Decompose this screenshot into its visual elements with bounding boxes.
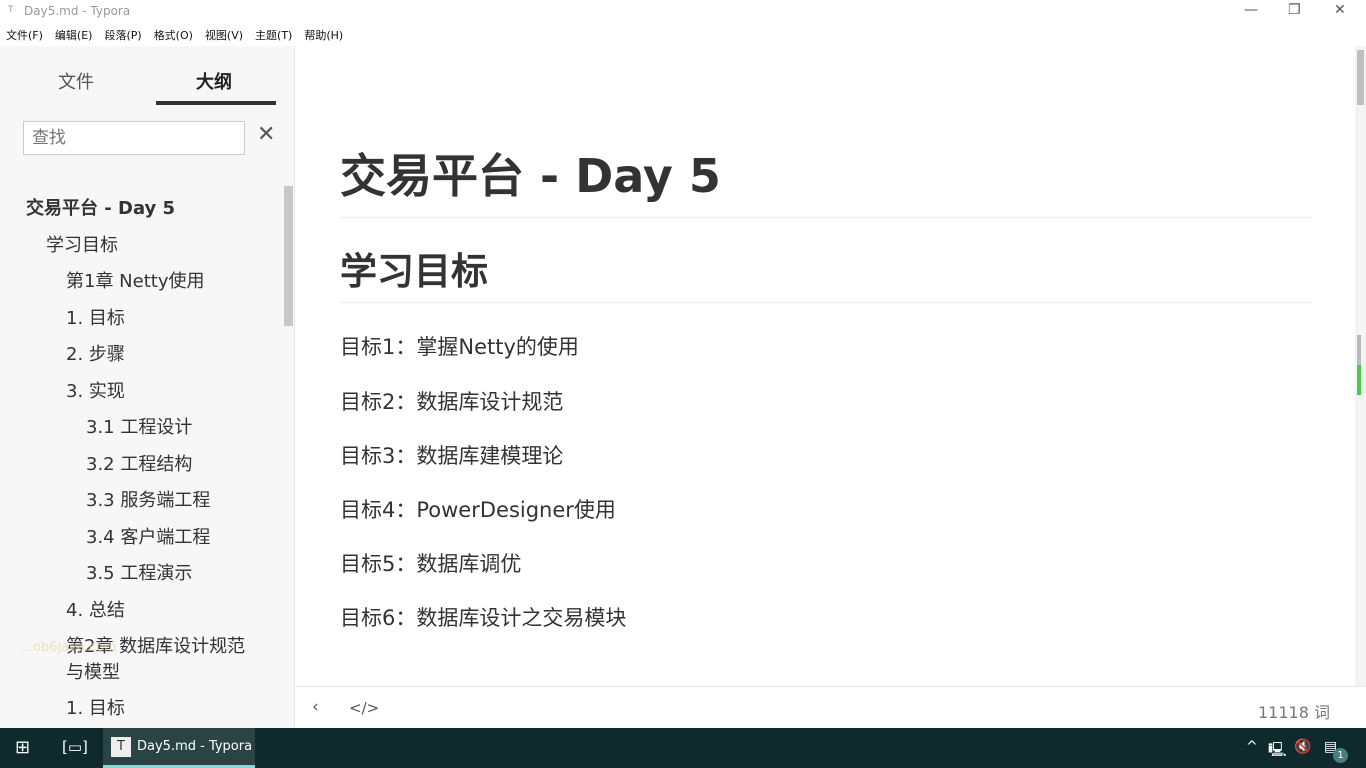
task-view-icon[interactable]: [▭] xyxy=(62,738,88,756)
close-button[interactable]: ✕ xyxy=(1334,2,1346,18)
outline-item[interactable]: 2. 步骤 xyxy=(66,342,125,368)
source-mode-icon[interactable]: </> xyxy=(349,699,379,717)
menu-file[interactable]: 文件(F) xyxy=(0,24,49,46)
typora-icon: T xyxy=(111,737,131,757)
editor-scroll-thumb[interactable] xyxy=(1357,50,1364,105)
menu-edit[interactable]: 编辑(E) xyxy=(49,24,99,46)
outline-item[interactable]: 3. 实现 xyxy=(66,379,125,405)
menu-paragraph[interactable]: 段落(P) xyxy=(98,24,147,46)
outline-item[interactable]: 交易平台 - Day 5 xyxy=(26,196,175,222)
menu-view[interactable]: 视图(V) xyxy=(199,24,249,46)
divider xyxy=(340,302,1312,303)
goal-text: 目标3：数据库建模理论 xyxy=(340,444,564,468)
notification-badge: 1 xyxy=(1333,748,1348,763)
taskbar-typora-button[interactable]: T Day5.md - Typora xyxy=(103,728,255,768)
outline-item[interactable]: 3.2 工程结构 xyxy=(86,452,192,478)
tab-outline[interactable]: 大纲 xyxy=(196,68,232,94)
menu-bar: 文件(F) 编辑(E) 段落(P) 格式(O) 视图(V) 主题(T) 帮助(H… xyxy=(0,24,349,46)
watermark: …ob6java.com xyxy=(20,640,117,655)
restore-button[interactable]: ❐ xyxy=(1288,2,1301,18)
tab-files[interactable]: 文件 xyxy=(58,68,94,94)
outline-item[interactable]: 1. 目标 xyxy=(66,306,125,332)
status-bar: ‹ </> 11118 词 xyxy=(296,686,1366,728)
outline-item[interactable]: 学习目标 xyxy=(46,233,118,259)
active-tab-indicator xyxy=(156,101,276,105)
outline-item[interactable]: 3.1 工程设计 xyxy=(86,415,192,441)
menu-help[interactable]: 帮助(H) xyxy=(298,24,349,46)
document-title: 交易平台 - Day 5 xyxy=(340,149,721,203)
show-hidden-icons-icon[interactable]: ^ xyxy=(1246,739,1258,755)
taskbar-app-label: Day5.md - Typora xyxy=(137,739,253,754)
outline-item[interactable]: 1. 目标 xyxy=(66,696,125,722)
network-icon[interactable]: 🖳 xyxy=(1268,739,1287,763)
goal-text: 目标6：数据库设计之交易模块 xyxy=(340,606,627,630)
volume-muted-icon[interactable]: 🔇 xyxy=(1294,739,1311,755)
divider xyxy=(340,217,1312,218)
outline-item[interactable]: 第1章 Netty使用 xyxy=(66,269,204,295)
outline-item[interactable]: 3.4 客户端工程 xyxy=(86,525,210,551)
sidebar-scrollbar[interactable] xyxy=(284,186,293,326)
title-bar: T Day5.md - Typora — ❐ ✕ xyxy=(0,0,1366,24)
goal-text: 目标1：掌握Netty的使用 xyxy=(340,335,579,359)
minimize-button[interactable]: — xyxy=(1244,2,1258,18)
outline-item[interactable]: 3.5 工程演示 xyxy=(86,561,192,587)
menu-theme[interactable]: 主题(T) xyxy=(249,24,298,46)
menu-format[interactable]: 格式(O) xyxy=(148,24,199,46)
goal-text: 目标2：数据库设计规范 xyxy=(340,390,564,414)
outline-item[interactable]: 3.3 服务端工程 xyxy=(86,488,210,514)
toggle-sidebar-icon[interactable]: ‹ xyxy=(312,697,319,717)
goal-text: 目标5：数据库调优 xyxy=(340,552,522,576)
word-count[interactable]: 11118 词 xyxy=(1258,699,1330,723)
windows-start-icon[interactable]: ⊞ xyxy=(15,737,30,758)
sidebar: 文件 大纲 ✕ 交易平台 - Day 5 学习目标 第1章 Netty使用 1.… xyxy=(0,46,295,728)
close-search-icon[interactable]: ✕ xyxy=(257,122,275,147)
typora-icon: T xyxy=(8,5,14,15)
scroll-position-marker xyxy=(1357,335,1361,395)
outline-item[interactable]: 4. 总结 xyxy=(66,598,125,624)
window-title: Day5.md - Typora xyxy=(24,4,131,18)
editor[interactable]: 交易平台 - Day 5 学习目标 目标1：掌握Netty的使用 目标2：数据库… xyxy=(296,46,1354,686)
goal-text: 目标4：PowerDesigner使用 xyxy=(340,498,616,522)
section-heading: 学习目标 xyxy=(340,250,488,293)
taskbar: ⊞ [▭] T Day5.md - Typora ^ 🖳 🔇 ▤ 1 xyxy=(0,728,1366,768)
outline-search-input[interactable] xyxy=(23,121,245,155)
